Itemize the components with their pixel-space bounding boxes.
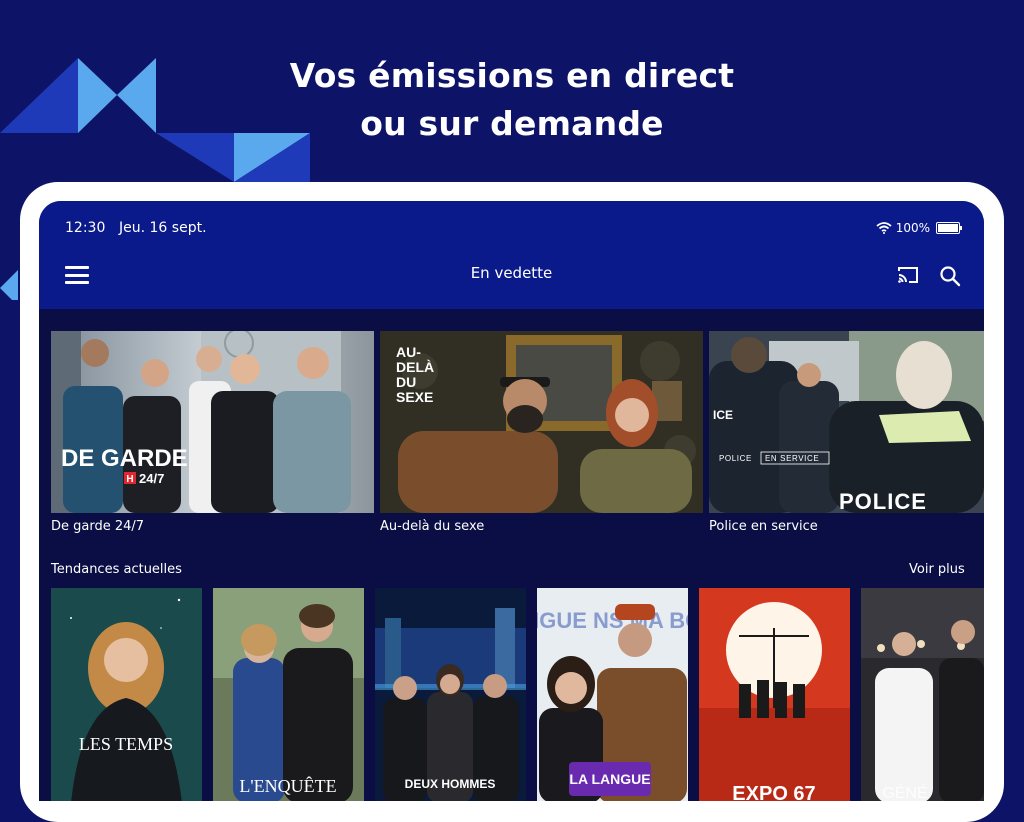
status-date: Jeu. 16 sept. <box>119 220 207 236</box>
battery-icon <box>936 222 962 234</box>
de-garde-logo-sub: 24/7 <box>139 471 164 486</box>
poster-title: EXPO 67 <box>732 783 815 801</box>
headline-line-2: ou sur demande <box>360 104 664 143</box>
section-title-trending: Tendances actuelles <box>51 562 182 577</box>
police-sleeve-text: ICE <box>713 408 733 422</box>
poster-title: L'ENQUÊTE <box>239 775 336 796</box>
wifi-icon <box>876 222 892 234</box>
poster-les-temps[interactable]: LES TEMPS <box>51 588 202 801</box>
featured-caption: Au-delà du sexe <box>380 519 485 534</box>
headline-line-1: Vos émissions en direct <box>289 56 735 95</box>
see-more-link[interactable]: Voir plus <box>909 562 965 577</box>
poster-l-enquete[interactable]: L'ENQUÊTE <box>213 588 364 801</box>
poster-title: DEUX HOMMES <box>405 777 496 791</box>
poster-gene[interactable]: GÉNÉ <box>861 588 984 801</box>
deux-hommes-artwork: DEUX HOMMES <box>375 588 526 801</box>
de-garde-badge: H <box>126 474 133 485</box>
app-top-bar: 12:30 Jeu. 16 sept. 100% En vedette <box>39 201 984 309</box>
poster-la-langue[interactable]: LA LANGUE NS MA BOUCHE LA LANGUE <box>537 588 688 801</box>
page-title: En vedette <box>470 264 553 282</box>
police-back-text: POLICE <box>839 489 927 513</box>
battery-percent: 100% <box>895 221 930 235</box>
de-garde-artwork: DE GARDE H 24/7 <box>51 331 374 513</box>
status-time: 12:30 <box>65 220 106 236</box>
featured-card-police[interactable]: ICE POLICE EN SERVICE POLICE Police en s… <box>709 331 984 534</box>
promo-headline: Vos émissions en direct ou sur demande <box>0 52 1024 148</box>
police-logo-right: EN SERVICE <box>765 454 819 463</box>
featured-thumbnail[interactable]: ICE POLICE EN SERVICE POLICE <box>709 331 984 513</box>
police-logo-left: POLICE <box>719 454 752 463</box>
au-dela-artwork: AU-DELÀ DU SEXE <box>380 331 703 513</box>
poster-title: GÉNÉ <box>882 783 927 801</box>
featured-thumbnail[interactable]: AU-DELÀ DU SEXE <box>380 331 703 513</box>
de-garde-logo: DE GARDE <box>61 445 188 472</box>
poster-deux-hommes[interactable]: DEUX HOMMES <box>375 588 526 801</box>
police-artwork: ICE POLICE EN SERVICE POLICE <box>709 331 984 513</box>
featured-card-au-dela[interactable]: AU-DELÀ DU SEXE Au-delà du sexe <box>380 331 703 534</box>
expo-67-artwork: EXPO 67 <box>699 588 850 801</box>
gene-artwork: GÉNÉ <box>861 588 984 801</box>
featured-thumbnail[interactable]: DE GARDE H 24/7 <box>51 331 374 513</box>
search-icon[interactable] <box>939 265 961 287</box>
l-enquete-artwork: L'ENQUÊTE <box>213 588 364 801</box>
la-langue-artwork: LA LANGUE NS MA BOUCHE LA LANGUE <box>537 588 688 801</box>
poster-background-text: LA LANGUE NS MA BOUCHE <box>537 608 688 633</box>
app-screen: 12:30 Jeu. 16 sept. 100% En vedette DE G… <box>39 201 984 801</box>
trending-row: LES TEMPS L'ENQUÊTE DEUX HOMMES GUE NS M… <box>51 588 984 801</box>
status-indicators: 100% <box>876 221 962 235</box>
poster-expo-67[interactable]: EXPO 67 <box>699 588 850 801</box>
featured-caption: Police en service <box>709 519 818 534</box>
featured-caption: De garde 24/7 <box>51 519 145 534</box>
poster-title: LA LANGUE <box>569 771 650 787</box>
featured-card-de-garde[interactable]: DE GARDE H 24/7 De garde 24/7 <box>51 331 374 534</box>
poster-title: LES TEMPS <box>79 734 173 754</box>
battery-level <box>938 224 958 232</box>
cast-icon[interactable] <box>897 265 919 285</box>
les-temps-artwork: LES TEMPS <box>51 588 202 801</box>
